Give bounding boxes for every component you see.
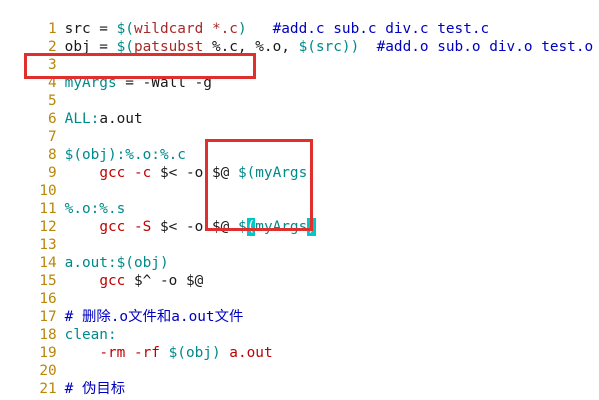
code-line: 19 -rm -rf $(obj) a.out bbox=[0, 326, 272, 361]
code-line: 16 bbox=[0, 272, 65, 307]
code-line: 17 # 删除.o文件和a.out文件 bbox=[0, 290, 243, 325]
code-line: 15 gcc $^ -o $@ bbox=[0, 254, 203, 289]
code-line: 20 bbox=[0, 344, 65, 379]
highlight-box-myargs-definition bbox=[24, 53, 256, 79]
code-line: 1 src = $(wildcard *.c) #add.c sub.c div.… bbox=[0, 2, 489, 37]
code-line: 8 $(obj):%.o:%.c bbox=[0, 128, 186, 163]
code-line: 11 %.o:%.s bbox=[0, 182, 125, 217]
code-line: 14 a.out:$(obj) bbox=[0, 236, 168, 271]
code-line: 10 bbox=[0, 164, 65, 199]
code-editor[interactable]: 1 src = $(wildcard *.c) #add.c sub.c div.… bbox=[0, 0, 599, 400]
highlight-box-myargs-usage bbox=[205, 139, 313, 231]
code-line: 2 obj = $(patsubst %.c, %.o, $(src)) #add… bbox=[0, 20, 593, 55]
line-code: gcc $^ -o $@ bbox=[99, 273, 204, 289]
line-code: ALL:a.out bbox=[64, 111, 143, 127]
code-line: 21 # 伪目标 bbox=[0, 362, 125, 397]
code-line: 6 ALL:a.out bbox=[0, 92, 143, 127]
code-line: 7 bbox=[0, 110, 65, 145]
line-code: -rm -rf $(obj) a.out bbox=[99, 345, 273, 361]
code-line: 22.PHONY:clean ALL bbox=[0, 380, 203, 400]
code-line: 13 bbox=[0, 218, 65, 253]
code-line: 18 clean: bbox=[0, 308, 116, 343]
